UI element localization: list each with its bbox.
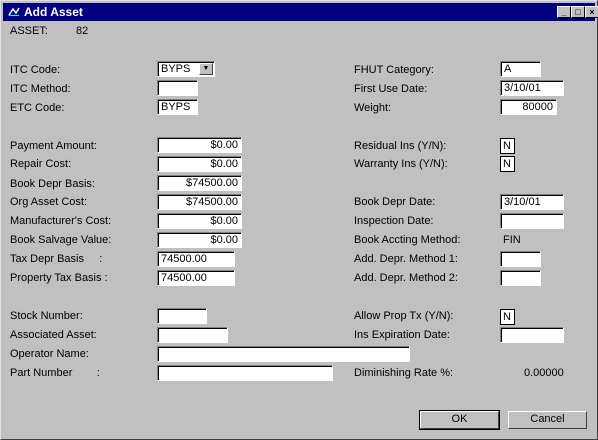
itc-code-label: ITC Code: [10,64,61,76]
inspection-date-input[interactable] [500,213,564,229]
warranty-ins-input[interactable]: N [500,156,515,172]
operator-name-label: Operator Name: [10,348,89,360]
residual-ins-input[interactable]: N [500,138,515,154]
add-depr-method-1-label: Add. Depr. Method 1: [354,253,458,265]
book-depr-basis-input[interactable]: $74500.00 [157,175,242,191]
allow-prop-tx-label: Allow Prop Tx (Y/N): [354,310,454,322]
payment-amount-label: Payment Amount: [10,140,97,152]
app-icon [7,5,21,18]
tax-depr-basis-input[interactable]: 74500.00 [157,251,235,267]
stock-number-label: Stock Number: [10,310,83,322]
fhut-category-input[interactable]: A [500,61,541,77]
manufacturers-cost-label: Manufacturer's Cost: [10,215,112,227]
book-salvage-value-input[interactable]: $0.00 [157,232,242,248]
stock-number-input[interactable] [157,308,207,324]
book-depr-date-input[interactable]: 3/10/01 [500,194,564,210]
property-tax-basis-label: Property Tax Basis : [10,272,108,284]
weight-input[interactable]: 80000 [500,99,557,115]
residual-ins-label: Residual Ins (Y/N): [354,140,447,152]
chevron-down-icon[interactable]: ▼ [199,63,213,75]
book-salvage-value-label: Book Salvage Value: [10,234,112,246]
ok-button[interactable]: OK [419,410,500,430]
diminishing-rate-value: 0.00000 [524,367,564,379]
itc-code-value: BYPS [161,63,191,75]
fhut-category-label: FHUT Category: [354,64,434,76]
book-depr-basis-label: Book Depr Basis: [10,178,95,190]
property-tax-basis-input[interactable]: 74500.00 [157,270,235,286]
allow-prop-tx-input[interactable]: N [500,309,515,325]
payment-amount-input[interactable]: $0.00 [157,137,242,153]
diminishing-rate-label: Diminishing Rate %: [354,367,454,379]
title-bar: Add Asset _ □ × [3,3,598,21]
window-title: Add Asset [24,5,83,19]
part-number-label: Part Number : [10,367,100,379]
inspection-date-label: Inspection Date: [354,215,434,227]
operator-name-input[interactable] [157,346,410,362]
itc-method-input[interactable] [157,80,198,96]
ins-expiration-date-input[interactable] [500,327,564,343]
cancel-button[interactable]: Cancel [508,411,587,429]
weight-label: Weight: [354,102,392,114]
org-asset-cost-label: Org Asset Cost: [10,196,88,208]
associated-asset-label: Associated Asset: [10,329,97,341]
ins-expiration-date-label: Ins Expiration Date: [354,329,450,341]
minimize-button[interactable]: _ [557,6,571,18]
book-accting-method-value: FIN [503,234,521,246]
add-depr-method-2-label: Add. Depr. Method 2: [354,272,458,284]
repair-cost-label: Repair Cost: [10,158,72,170]
asset-number: 82 [76,25,89,37]
maximize-button[interactable]: □ [571,6,585,18]
first-use-date-input[interactable]: 3/10/01 [500,80,564,96]
asset-label: ASSET: [10,25,48,37]
etc-code-label: ETC Code: [10,102,65,114]
manufacturers-cost-input[interactable]: $0.00 [157,213,242,229]
part-number-input[interactable] [157,365,333,381]
repair-cost-input[interactable]: $0.00 [157,156,242,172]
itc-code-combo[interactable]: BYPS ▼ [157,61,215,77]
first-use-date-label: First Use Date: [354,83,428,95]
org-asset-cost-input[interactable]: $74500.00 [157,194,242,210]
add-asset-window: Add Asset _ □ × ASSET: 82 ITC Code: BYPS… [0,0,598,440]
book-accting-method-label: Book Accting Method: [354,234,461,246]
close-button[interactable]: × [585,6,598,18]
itc-method-label: ITC Method: [10,83,71,95]
book-depr-date-label: Book Depr Date: [354,196,436,208]
add-depr-method-1-input[interactable] [500,251,541,267]
tax-depr-basis-label: Tax Depr Basis : [10,253,103,265]
associated-asset-input[interactable] [157,327,228,343]
etc-code-input[interactable]: BYPS [157,99,198,115]
warranty-ins-label: Warranty Ins (Y/N): [354,158,448,170]
add-depr-method-2-input[interactable] [500,270,541,286]
